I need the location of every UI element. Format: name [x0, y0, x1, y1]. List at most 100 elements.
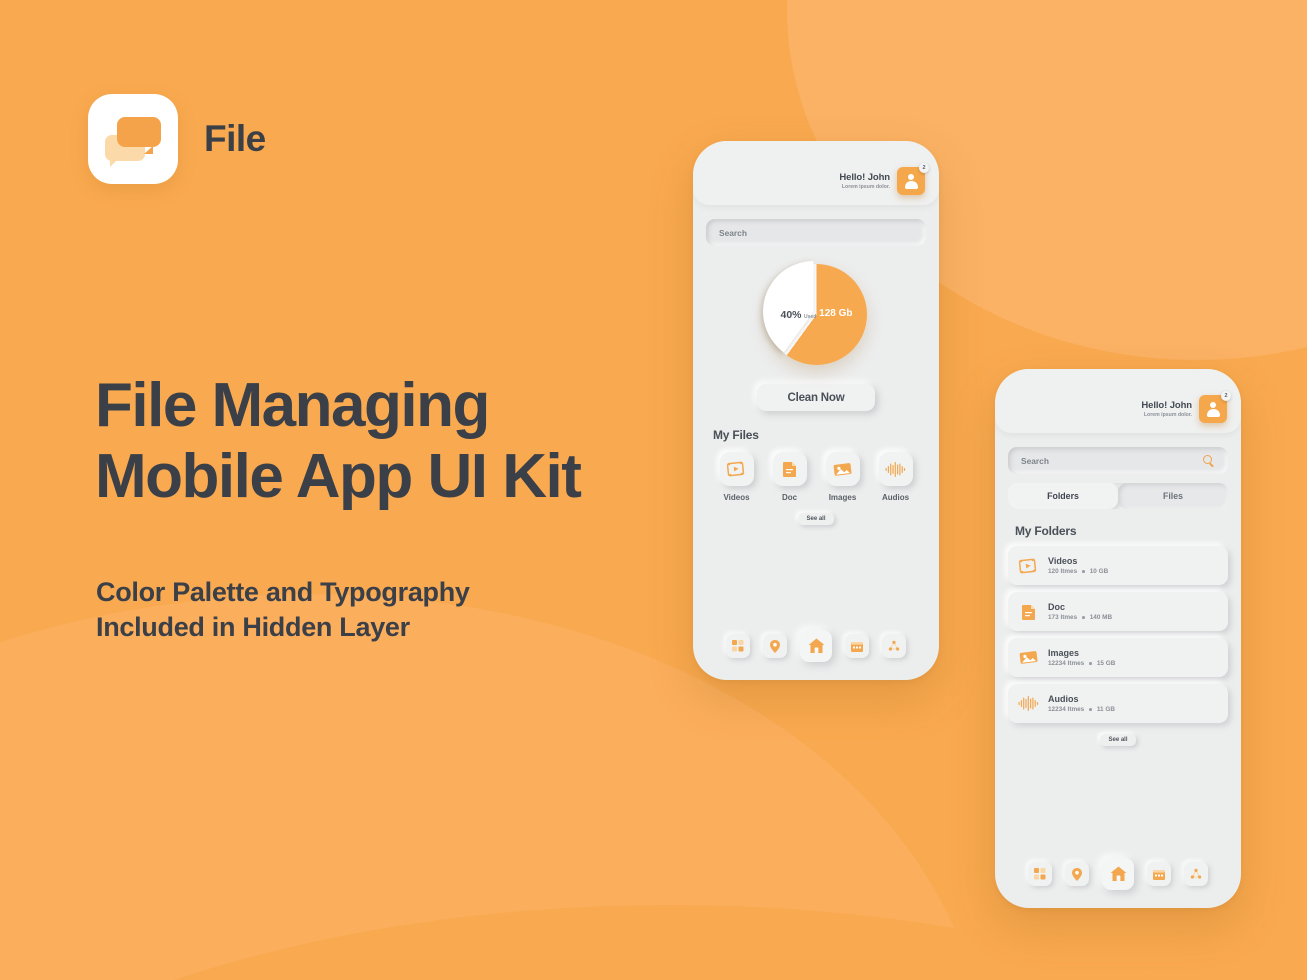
folder-name: Doc	[1048, 601, 1066, 612]
calendar-icon	[1153, 869, 1165, 880]
brand-name: File	[204, 118, 266, 159]
separator-dot	[1089, 662, 1092, 666]
logo-tile	[88, 94, 178, 184]
folder-meta: 120 Itmes 10 GB	[1048, 568, 1108, 575]
greeting-title: Hello! John	[839, 172, 890, 183]
audio-wave-icon	[1018, 693, 1039, 714]
folder-size: 15 GB	[1096, 660, 1116, 668]
greeting-subtitle: Lorem ipsum dolor.	[841, 184, 890, 190]
headline-line-2: Mobile App UI Kit	[95, 442, 582, 512]
pie-chart: 40% Used 128 Gb	[762, 261, 867, 365]
location-pin-icon	[770, 639, 780, 653]
file-type-label: Audios	[881, 493, 910, 502]
page-subtitle: Color Palette and Typography Included in…	[96, 575, 470, 644]
greeting-row: Hello! John Lorem ipsum dolor. 2	[693, 163, 939, 195]
bottom-navigation	[995, 858, 1241, 890]
list-item[interactable]: Videos 120 Itmes 10 GB	[1008, 546, 1228, 585]
search-input[interactable]: Search	[706, 219, 926, 246]
folder-name: Images	[1048, 647, 1080, 658]
folders-files-tabs: Folders Files	[1008, 483, 1228, 509]
folder-meta: 173 Itmes 140 MB	[1048, 614, 1112, 621]
greeting-title: Hello! John	[1141, 400, 1192, 411]
brand-logo: File	[88, 94, 266, 184]
hero-panel: File File Managing Mobile App UI Kit Col…	[0, 0, 660, 980]
folder-item-count: 173 Itmes	[1048, 614, 1078, 622]
folder-meta: 12234 Itmes 15 GB	[1048, 660, 1115, 667]
avatar[interactable]: 2	[1199, 391, 1231, 423]
file-type-videos[interactable]: Videos	[718, 452, 756, 502]
nav-item-dashboard[interactable]	[1028, 862, 1052, 886]
list-item[interactable]: Audios 12234 Itmes 11 GB	[1008, 684, 1228, 723]
separator-dot	[1082, 616, 1085, 620]
dashboard-grid-icon	[1034, 868, 1046, 880]
folder-size: 140 MB	[1089, 614, 1113, 622]
folder-item-count: 12234 Itmes	[1048, 660, 1085, 668]
file-type-label: Videos	[723, 493, 750, 502]
search-placeholder: Search	[1021, 455, 1049, 466]
folders-header: Hello! John Lorem ipsum dolor. 2	[995, 369, 1241, 433]
folder-item-count: 12234 Itmes	[1048, 706, 1085, 714]
dashboard-grid-icon	[732, 640, 744, 652]
nav-item-share[interactable]	[882, 634, 906, 658]
image-file-icon	[1018, 647, 1039, 668]
pie-capacity-label: 128 Gb	[819, 308, 853, 319]
folder-list: Videos 120 Itmes 10 GB Doc 173 Itmes 140…	[1008, 546, 1228, 723]
home-icon	[808, 638, 824, 653]
tab-folders[interactable]: Folders	[1008, 483, 1118, 509]
nav-item-calendar[interactable]	[845, 634, 869, 658]
nav-item-home[interactable]	[1102, 858, 1134, 890]
nav-item-location[interactable]	[1065, 862, 1089, 886]
folder-name: Videos	[1048, 555, 1078, 566]
home-icon	[1110, 866, 1126, 881]
nav-item-share[interactable]	[1184, 862, 1208, 886]
document-file-icon[interactable]	[772, 452, 807, 486]
page-title: File Managing Mobile App UI Kit	[95, 370, 582, 513]
video-file-icon	[1018, 555, 1039, 576]
clean-now-button[interactable]: Clean Now	[757, 384, 875, 411]
list-item[interactable]: Images 12234 Itmes 15 GB	[1008, 638, 1228, 677]
nav-item-dashboard[interactable]	[726, 634, 750, 658]
list-item[interactable]: Doc 173 Itmes 140 MB	[1008, 592, 1228, 631]
headline-line-1: File Managing	[95, 371, 490, 440]
notification-badge: 2	[919, 163, 929, 173]
nav-item-location[interactable]	[763, 634, 787, 658]
file-type-grid: Videos Doc Images Audios	[693, 452, 939, 502]
file-type-audios[interactable]: Audios	[877, 452, 915, 502]
file-type-images[interactable]: Images	[824, 452, 862, 502]
document-file-icon	[1018, 601, 1039, 622]
bottom-navigation	[693, 630, 939, 662]
folder-size: 11 GB	[1096, 706, 1115, 714]
subhead-line-2: Included in Hidden Layer	[96, 611, 410, 642]
avatar[interactable]: 2	[897, 163, 929, 195]
separator-dot	[1082, 570, 1085, 574]
pie-used-label: 40% Used	[781, 309, 817, 321]
file-type-label: Doc	[781, 493, 798, 502]
phone-mockup-folders: Hello! John Lorem ipsum dolor. 2 Search	[995, 369, 1241, 908]
folder-item-count: 120 Itmes	[1048, 568, 1078, 576]
folder-meta: 12234 Itmes 11 GB	[1048, 706, 1115, 713]
nav-item-home[interactable]	[800, 630, 832, 662]
tab-files[interactable]: Files	[1118, 483, 1228, 509]
my-folders-title: My Folders	[1015, 524, 1077, 538]
calendar-icon	[851, 641, 863, 652]
notification-badge: 2	[1221, 391, 1231, 401]
nav-item-calendar[interactable]	[1147, 862, 1171, 886]
chat-bubbles-icon	[105, 117, 161, 167]
magnifier-icon[interactable]	[1203, 454, 1215, 468]
video-file-icon[interactable]	[719, 452, 754, 486]
greeting-subtitle: Lorem ipsum dolor.	[1143, 412, 1192, 418]
my-files-title: My Files	[713, 428, 759, 442]
subhead-line-1: Color Palette and Typography	[96, 577, 470, 607]
share-network-icon	[888, 640, 900, 651]
folder-name: Audios	[1048, 693, 1079, 704]
audio-wave-icon[interactable]	[878, 452, 913, 486]
file-type-doc[interactable]: Doc	[771, 452, 809, 502]
phone-mockup-home: Hello! John Lorem ipsum dolor. 2 Search	[693, 141, 939, 680]
file-type-label: Images	[828, 493, 857, 502]
storage-pie-chart: 40% Used 128 Gb	[693, 261, 939, 365]
image-file-icon[interactable]	[825, 452, 860, 486]
search-input[interactable]: Search	[1008, 447, 1228, 474]
see-all-button[interactable]: See all	[1100, 734, 1136, 746]
pie-used-word: Used	[804, 314, 817, 320]
see-all-button[interactable]: See all	[798, 513, 834, 525]
